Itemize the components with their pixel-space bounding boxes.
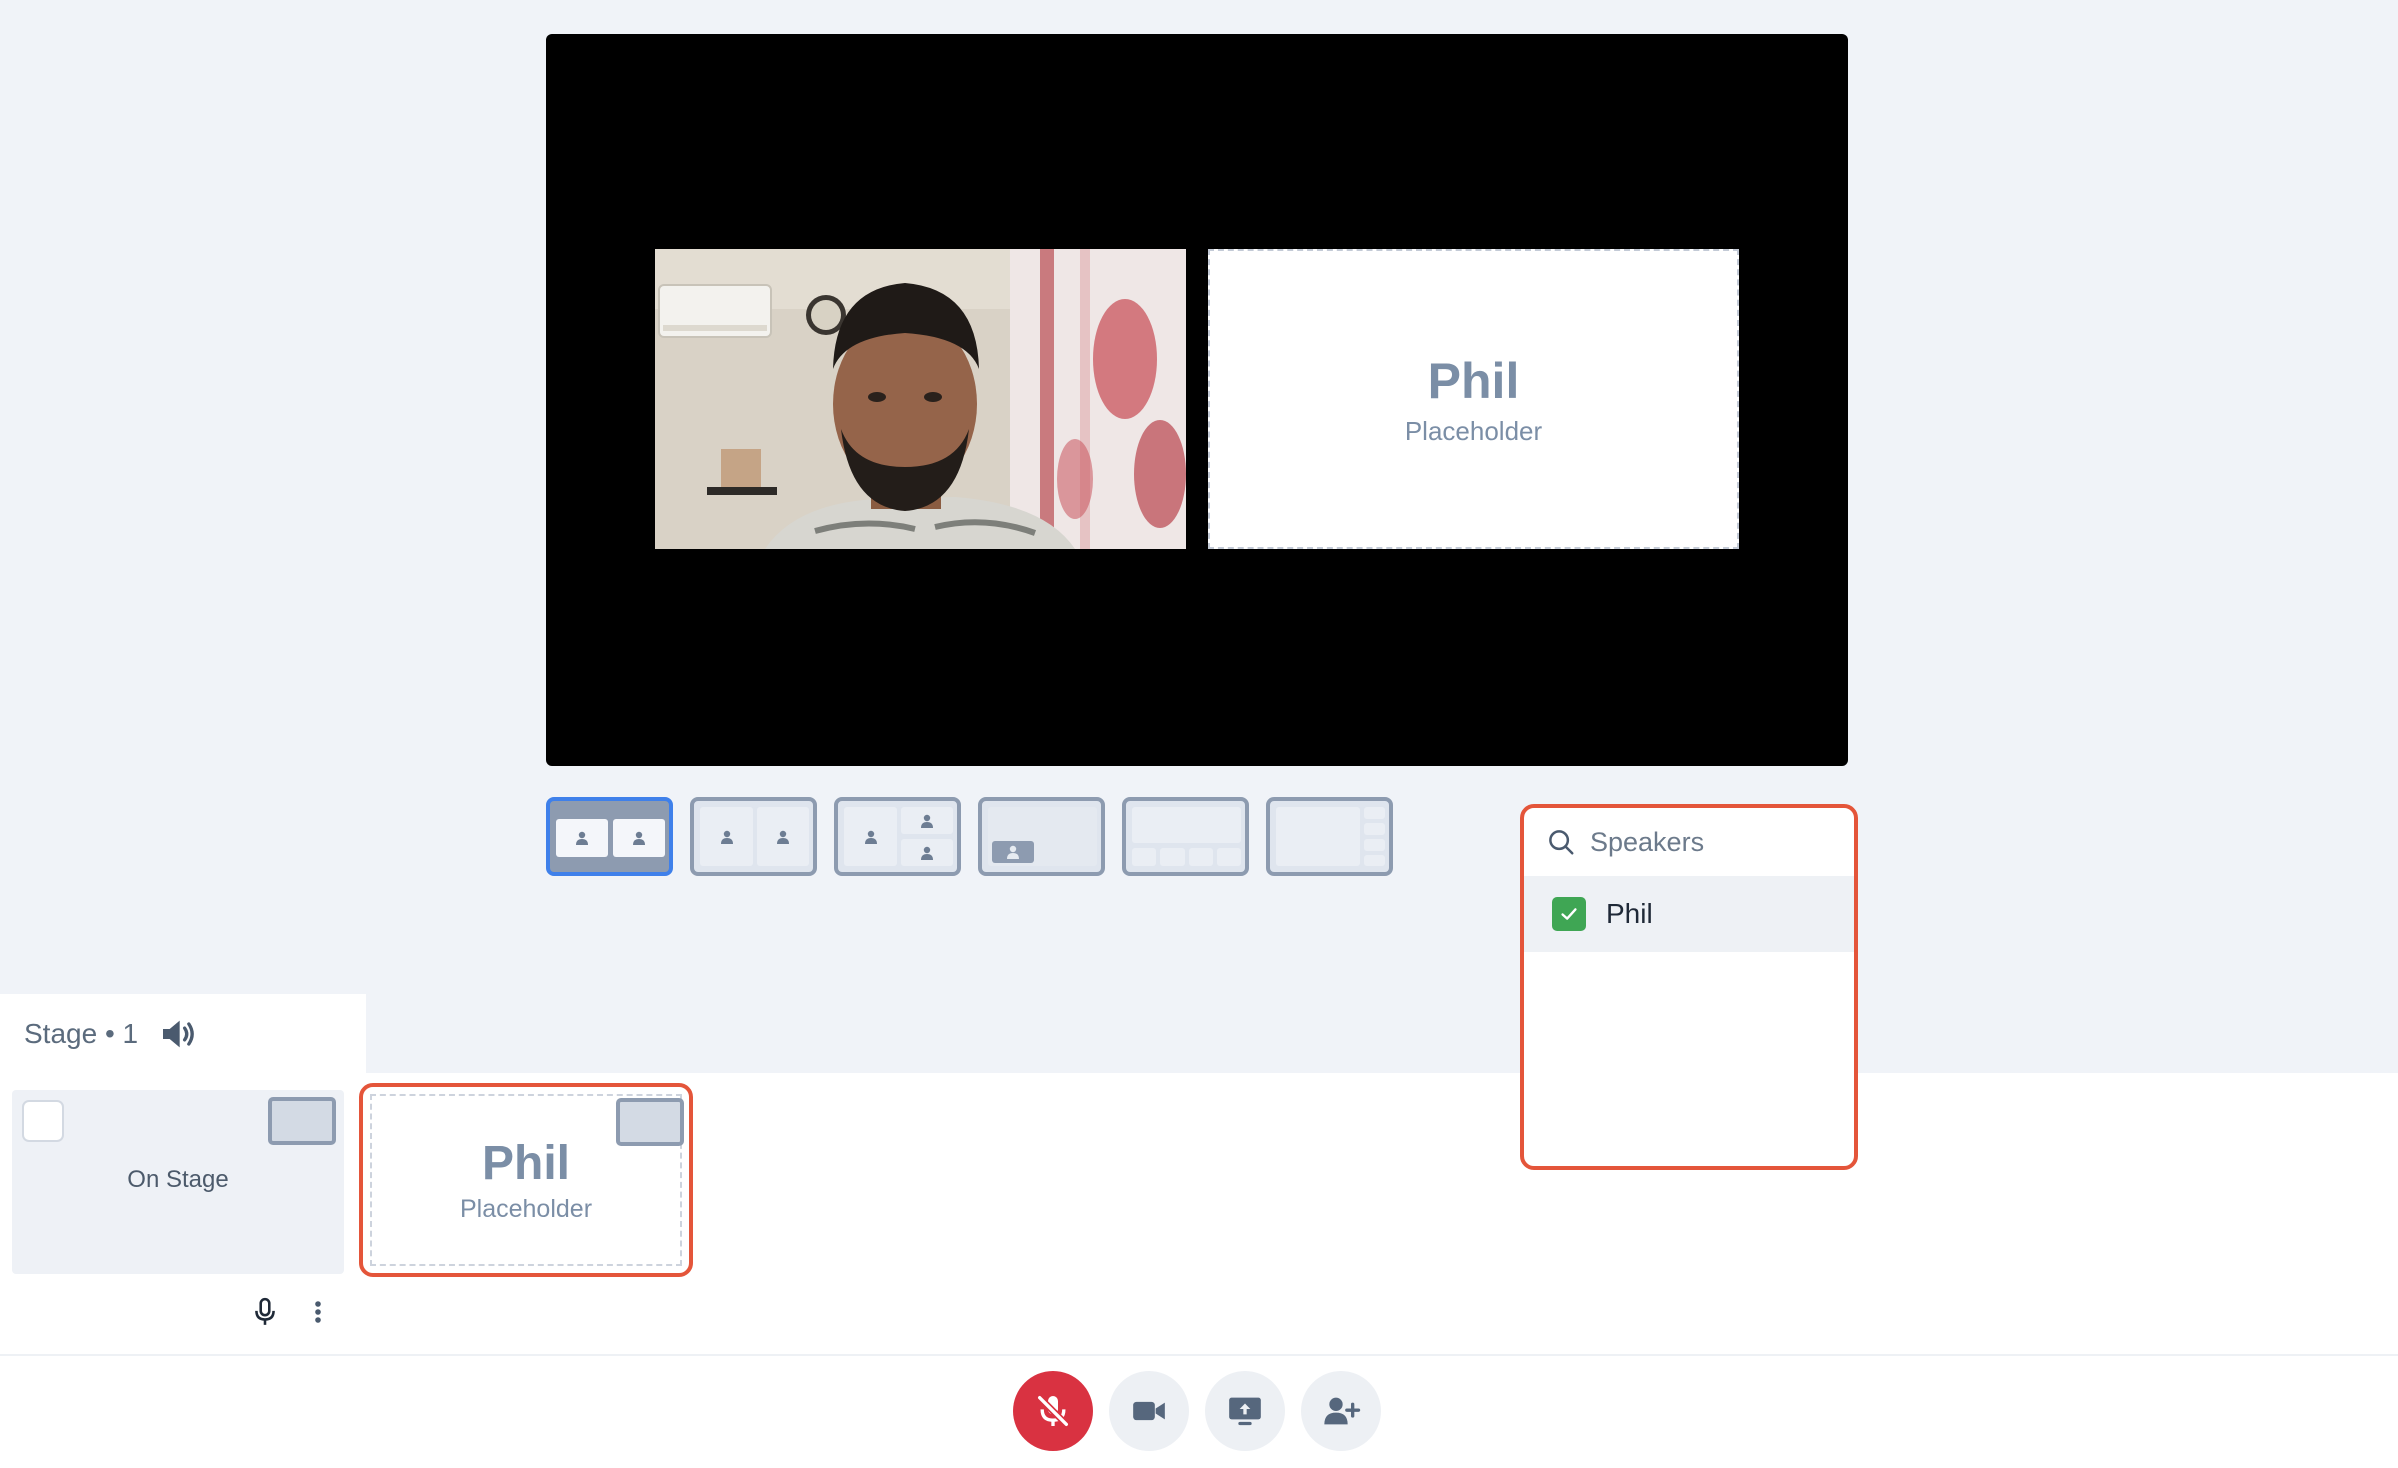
layout-main-plus-bottom-strip-button[interactable]	[1122, 797, 1249, 876]
speaker-volume-icon[interactable]	[158, 1014, 198, 1054]
speakers-search	[1524, 808, 1854, 876]
placeholder-subtitle: Placeholder	[1404, 415, 1543, 446]
person-icon	[633, 831, 645, 845]
layout-two-equal-button[interactable]	[690, 797, 817, 876]
mute-microphone-button[interactable]	[1013, 1371, 1093, 1451]
placeholder-name: Phil	[1427, 352, 1520, 409]
on-stage-checkbox[interactable]	[22, 1100, 64, 1142]
screen-layout-icon[interactable]	[268, 1097, 336, 1145]
mic-off-icon	[1037, 1395, 1069, 1427]
camera-icon	[1133, 1401, 1165, 1421]
layout-two-side-by-side-button[interactable]	[546, 797, 673, 876]
person-icon	[777, 830, 789, 844]
screen-layout-icon[interactable]	[616, 1098, 684, 1146]
speakers-search-input[interactable]	[1588, 825, 1832, 859]
speakers-dropdown: Phil	[1520, 804, 1858, 1170]
phil-card-subtitle: Placeholder	[459, 1194, 593, 1223]
speaker-option-phil[interactable]: Phil	[1524, 876, 1854, 952]
layout-presenter-screen-button[interactable]	[978, 797, 1105, 876]
layout-main-plus-side-strip-button[interactable]	[1266, 797, 1393, 876]
screen-share-button[interactable]	[1205, 1371, 1285, 1451]
layout-one-plus-two-button[interactable]	[834, 797, 961, 876]
person-icon	[720, 830, 733, 844]
person-icon	[576, 831, 588, 845]
person-icon	[921, 846, 933, 860]
stage-label-panel: Stage • 1	[0, 994, 366, 1073]
camera-feed-image	[655, 249, 1186, 549]
microphone-icon[interactable]	[252, 1297, 278, 1327]
search-icon	[1549, 830, 1574, 855]
check-icon[interactable]	[1552, 897, 1586, 931]
phil-card-name: Phil	[481, 1136, 570, 1190]
camera-video-tile	[655, 249, 1186, 549]
add-user-icon	[1324, 1397, 1361, 1425]
person-icon	[921, 814, 933, 828]
invite-participant-button[interactable]	[1301, 1371, 1381, 1451]
stage-count-label: Stage • 1	[24, 1017, 139, 1049]
controls-divider	[0, 1354, 2398, 1356]
speaker-option-label: Phil	[1606, 898, 1653, 929]
more-options-icon[interactable]	[310, 1298, 326, 1328]
screen-share-icon	[1229, 1397, 1261, 1426]
person-icon	[864, 830, 877, 844]
placeholder-tile: Phil Placeholder	[1208, 249, 1739, 549]
on-stage-label: On Stage	[127, 1166, 229, 1193]
camera-button[interactable]	[1109, 1371, 1189, 1451]
person-icon	[1007, 845, 1019, 859]
